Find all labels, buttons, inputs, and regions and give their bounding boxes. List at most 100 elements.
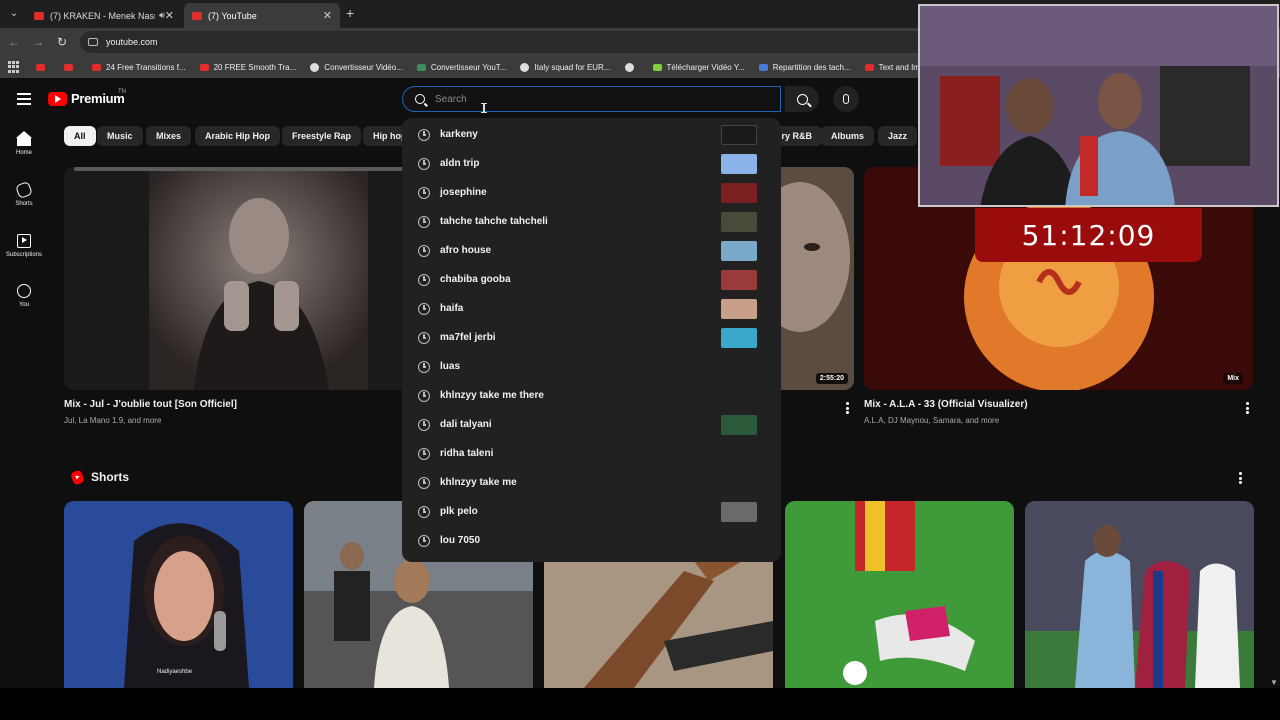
suggestion-thumbnail (721, 327, 757, 348)
bookmark-label: Italy squad for EUR... (534, 62, 611, 72)
scroll-down-arrow-icon[interactable]: ▼ (1270, 678, 1278, 687)
suggestion-item[interactable]: karkeny (402, 120, 781, 149)
video-title[interactable]: Mix - A.L.A - 33 (Official Visualizer) (864, 399, 1028, 410)
nav-subscriptions[interactable]: Subscriptions (0, 234, 48, 258)
bookmark-item[interactable]: Italy squad for EUR... (520, 62, 611, 72)
history-icon (418, 273, 430, 286)
search-button[interactable] (785, 86, 819, 112)
suggestion-item[interactable]: khlnzyy take me (402, 468, 781, 497)
youtube-favicon-icon (92, 63, 101, 71)
chip-mixes[interactable]: Mixes (146, 126, 192, 146)
thumbnail-image (149, 171, 368, 390)
countdown-timer: 51:12:09 (975, 208, 1202, 262)
new-tab-icon[interactable]: + (346, 6, 354, 20)
short-thumbnail[interactable] (1025, 501, 1254, 688)
history-icon (418, 505, 430, 518)
video-thumbnail[interactable] (64, 167, 453, 390)
hamburger-menu-icon[interactable] (17, 93, 31, 105)
tab-youtube[interactable]: (7) YouTube ✕ (184, 3, 340, 28)
logo-country-code: TN (118, 89, 126, 95)
video-meta[interactable]: A.L.A, DJ Maynou, Samara, and more (864, 416, 999, 425)
suggestion-text: dali talyani (440, 419, 492, 430)
shorts-icon (15, 181, 33, 199)
nav-home[interactable]: Home (0, 131, 48, 156)
suggestion-text: khlnzyy take me (440, 477, 517, 488)
suggestion-item[interactable]: afro house (402, 236, 781, 265)
more-options-icon[interactable] (845, 402, 849, 414)
guide-mini: Home Shorts Subscriptions You (0, 120, 48, 720)
shorts-heading: Shorts (91, 470, 130, 484)
bookmark-item[interactable]: 20 FREE Smooth Tra... (199, 63, 296, 72)
bottom-black-bar (0, 688, 1280, 720)
short-thumbnail[interactable] (785, 501, 1014, 688)
search-input[interactable] (435, 93, 735, 105)
suggestion-item[interactable]: aldn trip (402, 149, 781, 178)
suggestion-item[interactable]: dali talyani (402, 410, 781, 439)
bookmark-youtube-1[interactable] (36, 63, 50, 71)
bookmark-youtube-2[interactable] (64, 63, 78, 71)
suggestion-item[interactable]: khlnzyy take me there (402, 381, 781, 410)
suggestion-item[interactable]: tahche tahche tahcheli (402, 207, 781, 236)
nav-label: Subscriptions (5, 252, 43, 258)
youtube-premium-logo[interactable]: Premium (48, 91, 125, 106)
voice-search-button[interactable] (833, 86, 859, 112)
chip-jazz[interactable]: Jazz (878, 126, 918, 146)
suggestion-item[interactable]: josephine (402, 178, 781, 207)
bookmark-item[interactable]: Convertisseur YouT... (416, 63, 506, 72)
bookmark-item[interactable]: Télécharger Vidéo Y... (652, 62, 745, 72)
suggestion-item[interactable]: luas (402, 352, 781, 381)
back-arrow-icon[interactable]: ← (6, 34, 22, 50)
history-icon (418, 302, 430, 315)
chip-freestyle-rap[interactable]: Freestyle Rap (282, 126, 362, 146)
tab-close-icon[interactable]: ✕ (165, 9, 174, 22)
history-icon (418, 534, 430, 547)
video-meta[interactable]: Jul, La Mano 1.9, and more (64, 416, 161, 425)
chip-hip-hop[interactable]: Hip hop (363, 126, 403, 146)
video-title[interactable]: Mix - Jul - J'oublie tout [Son Officiel] (64, 399, 237, 410)
forward-arrow-icon[interactable]: → (30, 34, 46, 50)
chip-all[interactable]: All (64, 126, 96, 146)
history-icon (418, 157, 430, 170)
tab-kraken[interactable]: (7) KRAKEN - Menek Nasmi 🔊︎ ✕ (26, 3, 182, 28)
nav-you[interactable]: You (0, 284, 48, 308)
suggestion-item[interactable]: ma7fel jerbi (402, 323, 781, 352)
tab-search-chevron-icon[interactable]: ⌄ (6, 6, 22, 22)
suggestion-text: luas (440, 361, 461, 372)
bookmark-label: Télécharger Vidéo Y... (666, 62, 745, 72)
suggestion-item[interactable]: ridha taleni (402, 439, 781, 468)
suggestion-thumbnail (721, 124, 757, 145)
suggestion-item[interactable]: plk pelo (402, 497, 781, 526)
suggestion-text: tahche tahche tahcheli (440, 216, 548, 227)
watermark-text: Nadiyaeshbe (157, 669, 193, 675)
bookmark-item[interactable]: Repartition des tach... (758, 63, 851, 72)
suggestion-thumbnail (721, 414, 757, 435)
bookmark-item[interactable]: 24 Free Transitions f... (92, 63, 186, 72)
youtube-play-icon (48, 91, 67, 106)
suggestion-item[interactable]: lou 7050 (402, 526, 781, 555)
short-thumbnail[interactable]: Nadiyaeshbe (64, 501, 293, 688)
more-options-icon[interactable] (1238, 472, 1242, 484)
suggestion-thumbnail (721, 182, 757, 203)
history-icon (418, 128, 430, 141)
suggestion-thumbnail (721, 153, 757, 174)
chip-music[interactable]: Music (97, 126, 143, 146)
globe-favicon-icon (624, 62, 634, 72)
apps-grid-icon[interactable] (8, 61, 20, 73)
nav-shorts[interactable]: Shorts (0, 181, 48, 207)
search-box[interactable] (402, 86, 781, 112)
suggestion-item[interactable]: chabiba gooba (402, 265, 781, 294)
webcam-image (920, 6, 1277, 205)
suggestion-thumbnail (721, 240, 757, 261)
bookmark-item[interactable]: Convertisseur Vidéo... (310, 62, 403, 72)
reload-icon[interactable]: ↻ (54, 34, 70, 50)
chip-arabic-hip-hop[interactable]: Arabic Hip Hop (195, 126, 281, 146)
bookmark-globe[interactable] (624, 62, 639, 72)
tab-close-icon[interactable]: ✕ (323, 9, 332, 22)
site-info-icon[interactable] (88, 38, 98, 46)
more-options-icon[interactable] (1245, 402, 1249, 414)
youtube-favicon-icon (864, 63, 874, 71)
chip-albums[interactable]: Albums (821, 126, 875, 146)
chip-rnb[interactable]: ry R&B (779, 126, 822, 146)
suggestion-item[interactable]: haifa (402, 294, 781, 323)
history-icon (418, 389, 430, 402)
